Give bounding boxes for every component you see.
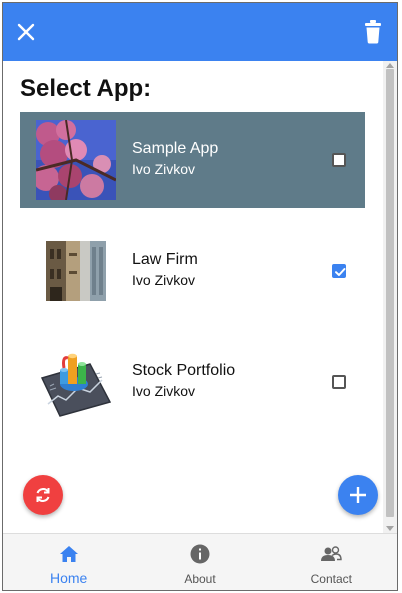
vertical-scrollbar[interactable]	[383, 61, 397, 533]
app-item-stock-portfolio[interactable]: Stock Portfolio Ivo Zivkov	[20, 334, 365, 430]
trash-icon	[365, 20, 381, 44]
app-checkbox-stock-portfolio[interactable]	[332, 375, 346, 389]
nav-contact-label: Contact	[310, 572, 352, 586]
nav-home-label: Home	[49, 570, 88, 586]
refresh-icon	[36, 488, 50, 502]
blossom-photo	[36, 120, 116, 200]
app-name: Stock Portfolio	[132, 362, 236, 379]
app-name: Law Firm	[132, 251, 198, 268]
nav-about-label: About	[184, 572, 216, 586]
app-item-law-firm[interactable]: Law Firm Ivo Zivkov	[20, 223, 365, 319]
home-icon	[59, 546, 78, 562]
close-button[interactable]	[15, 21, 37, 43]
app-author: Ivo Zivkov	[132, 272, 196, 288]
scroll-down-arrow-icon[interactable]	[386, 526, 394, 531]
app-checkbox-law-firm[interactable]	[332, 264, 346, 278]
checkmark-icon	[335, 268, 346, 276]
app-window: Select App: Sample App Ivo Zivkov Law Fi…	[2, 2, 398, 591]
chart-graphic	[40, 353, 112, 417]
app-author: Ivo Zivkov	[132, 161, 196, 177]
nav-home[interactable]: Home	[3, 534, 134, 590]
scrollbar-thumb[interactable]	[386, 69, 394, 517]
app-name: Sample App	[132, 140, 219, 157]
app-author: Ivo Zivkov	[132, 383, 196, 399]
building-photo	[46, 241, 106, 301]
app-list-panel: Select App: Sample App Ivo Zivkov Law Fi…	[3, 61, 383, 533]
nav-about[interactable]: About	[134, 534, 265, 590]
close-icon	[17, 23, 35, 41]
page-title: Select App:	[20, 75, 152, 102]
add-app-button[interactable]	[338, 475, 378, 515]
info-icon	[190, 544, 210, 564]
bottom-navigation: Home About Contact	[3, 533, 397, 590]
scroll-up-arrow-icon[interactable]	[386, 63, 394, 68]
delete-button[interactable]	[363, 20, 383, 44]
refresh-button[interactable]	[23, 475, 63, 515]
contacts-icon	[321, 546, 343, 561]
top-bar	[3, 3, 397, 61]
app-item-sample-app[interactable]: Sample App Ivo Zivkov	[20, 112, 365, 208]
nav-contact[interactable]: Contact	[266, 534, 397, 590]
plus-icon	[350, 487, 366, 503]
app-checkbox-sample-app[interactable]	[332, 153, 346, 167]
